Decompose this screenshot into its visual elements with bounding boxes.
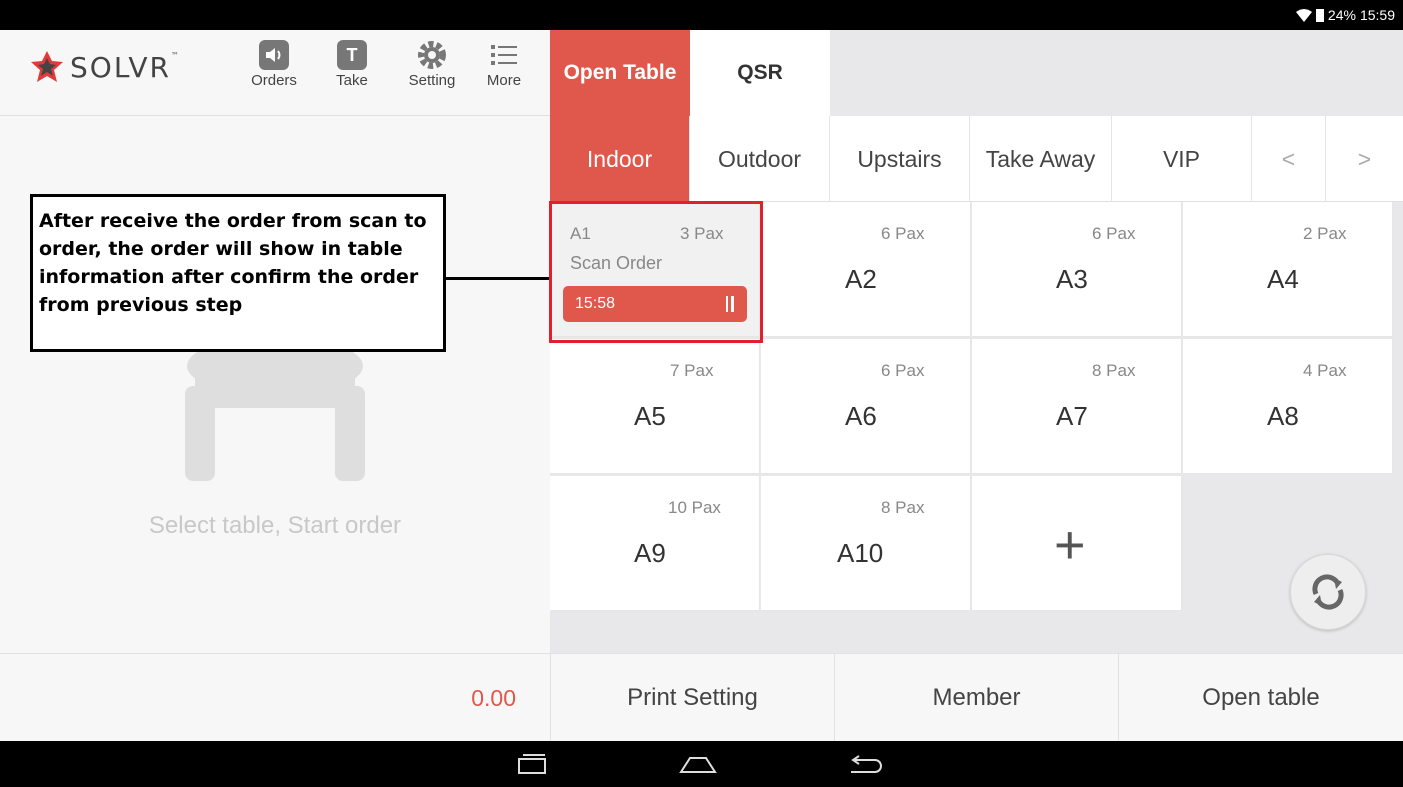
table-tile-a9[interactable]: 10 Pax A9	[550, 476, 760, 611]
setting-label: Setting	[408, 72, 456, 89]
more-button[interactable]: More	[474, 40, 534, 89]
table-tile-a8[interactable]: 4 Pax A8	[1183, 339, 1393, 474]
take-button[interactable]: T Take	[322, 40, 382, 89]
table-pax: 6 Pax	[881, 224, 925, 243]
table-pax: 8 Pax	[1092, 361, 1136, 380]
area-tab-upstairs[interactable]: Upstairs	[830, 116, 970, 202]
battery-level: 24%	[1327, 7, 1356, 23]
table-tile-a6[interactable]: 6 Pax A6	[761, 339, 971, 474]
back-icon[interactable]	[845, 753, 885, 775]
a1-highlight-frame	[549, 201, 763, 343]
solvr-logo: SOLVR™	[30, 50, 181, 84]
status-info: 24% 15:59	[1295, 7, 1395, 23]
mode-tabs: Open Table QSR	[550, 30, 1403, 116]
table-tile-a4[interactable]: 2 Pax A4	[1183, 202, 1393, 337]
table-name: A7	[1056, 401, 1088, 431]
home-icon[interactable]	[678, 753, 718, 775]
member-button[interactable]: Member	[834, 654, 1118, 742]
logo-star-icon	[31, 51, 63, 82]
bottom-bar: 0.00 Print Setting Member Open table	[0, 653, 1403, 742]
status-bar: 24% 15:59	[0, 0, 1403, 30]
left-toolbar: SOLVR™ Orders T Take Setting More	[0, 30, 550, 116]
open-table-button[interactable]: Open table	[1118, 654, 1403, 742]
table-tile-a5[interactable]: 7 Pax A5	[550, 339, 760, 474]
table-pax: 7 Pax	[670, 361, 714, 380]
table-name: A4	[1267, 264, 1299, 294]
wifi-icon	[1295, 8, 1312, 22]
recents-icon[interactable]	[515, 753, 549, 775]
annotation-connector	[446, 277, 550, 280]
table-pax: 6 Pax	[881, 361, 925, 380]
orders-label: Orders	[251, 72, 297, 89]
area-tab-vip[interactable]: VIP	[1112, 116, 1252, 202]
table-name: A10	[837, 538, 884, 568]
add-table-tile[interactable]: +	[972, 476, 1182, 611]
table-name: A3	[1056, 264, 1088, 294]
t-icon: T	[337, 40, 367, 70]
list-icon	[489, 40, 519, 70]
table-pax: 10 Pax	[668, 498, 721, 517]
system-nav-bar	[0, 741, 1403, 787]
table-name: A2	[845, 264, 877, 294]
table-pax: 6 Pax	[1092, 224, 1136, 243]
area-tabs: Indoor Outdoor Upstairs Take Away VIP < …	[550, 116, 1403, 202]
table-pax: 8 Pax	[881, 498, 925, 517]
area-tab-indoor[interactable]: Indoor	[550, 116, 690, 202]
print-setting-button[interactable]: Print Setting	[550, 654, 834, 742]
battery-icon	[1315, 8, 1324, 22]
annotation-callout: After receive the order from scan to ord…	[30, 194, 446, 352]
area-prev-button[interactable]: <	[1252, 116, 1326, 202]
table-name: A8	[1267, 401, 1299, 431]
more-label: More	[486, 72, 522, 89]
area-tab-take-away[interactable]: Take Away	[970, 116, 1112, 202]
table-name: A9	[634, 538, 666, 568]
empty-hint: Select table, Start order	[148, 512, 402, 539]
setting-button[interactable]: Setting	[402, 40, 462, 89]
table-tile-a7[interactable]: 8 Pax A7	[972, 339, 1182, 474]
plus-icon: +	[1054, 515, 1086, 575]
table-name: A5	[634, 401, 666, 431]
gear-icon	[417, 40, 447, 70]
orders-button[interactable]: Orders	[244, 40, 304, 89]
area-next-button[interactable]: >	[1326, 116, 1403, 202]
clock: 15:59	[1359, 7, 1395, 23]
refresh-icon	[1312, 574, 1344, 610]
table-pax: 2 Pax	[1303, 224, 1347, 243]
area-tab-outdoor[interactable]: Outdoor	[690, 116, 830, 202]
table-tile-a10[interactable]: 8 Pax A10	[761, 476, 971, 611]
table-pax: 4 Pax	[1303, 361, 1347, 380]
refresh-button[interactable]	[1290, 554, 1366, 630]
table-tile-a2[interactable]: 6 Pax A2	[761, 202, 971, 337]
tab-qsr[interactable]: QSR	[690, 30, 830, 116]
table-name: A6	[845, 401, 877, 431]
order-total: 0.00	[471, 684, 516, 711]
tab-open-table[interactable]: Open Table	[550, 30, 690, 116]
table-tile-a3[interactable]: 6 Pax A3	[972, 202, 1182, 337]
speaker-icon	[259, 40, 289, 70]
take-label: Take	[336, 72, 368, 89]
logo-text: SOLVR™	[70, 50, 181, 84]
